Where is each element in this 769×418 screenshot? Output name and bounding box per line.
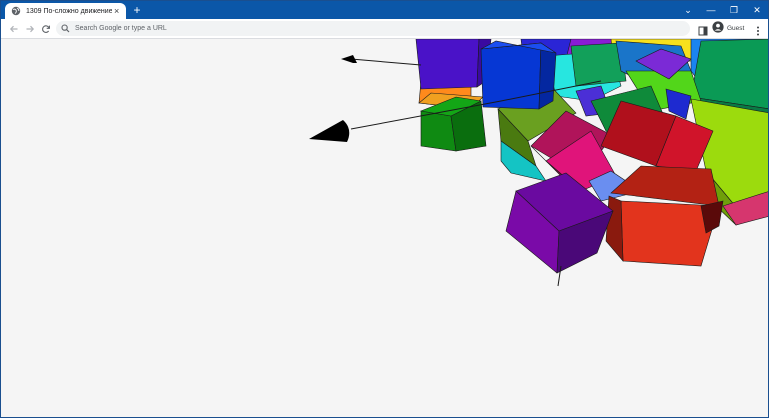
tab-active[interactable]: 1309 По-сложно движение.htm ×	[5, 3, 126, 19]
tab-title: 1309 По-сложно движение.htm	[26, 7, 112, 15]
cube-green-front	[420, 110, 457, 152]
globe-icon	[11, 6, 21, 16]
3d-scene	[309, 39, 768, 287]
cube-red-side	[605, 195, 624, 262]
address-placeholder: Search Google or type a URL	[75, 25, 167, 32]
close-window-button[interactable]: ✕	[746, 1, 768, 19]
address-bar[interactable]: Search Google or type a URL	[56, 21, 690, 36]
browser-toolbar: Search Google or type a URL Guest	[1, 19, 768, 39]
forward-arrow-icon[interactable]	[23, 22, 36, 35]
search-icon	[61, 24, 70, 33]
avatar-icon	[712, 20, 724, 38]
browser-window: 1309 По-сложно движение.htm × + ⌄ — ❐ ✕ …	[0, 0, 769, 418]
tab-strip: 1309 По-сложно движение.htm × + ⌄ — ❐ ✕	[1, 1, 768, 19]
profile-label: Guest	[727, 25, 745, 32]
restore-button[interactable]: ❐	[723, 1, 745, 19]
vector-line-small	[350, 58, 422, 66]
minimize-button[interactable]: —	[700, 1, 722, 19]
tab-close-icon[interactable]: ×	[114, 6, 119, 16]
back-arrow-icon[interactable]	[7, 22, 20, 35]
kebab-menu-icon[interactable]	[755, 23, 761, 36]
cube-indigo-front	[415, 39, 480, 90]
tab-search-icon[interactable]: ⌄	[677, 1, 699, 19]
cube-red-top	[610, 165, 720, 207]
new-tab-button[interactable]: +	[131, 4, 143, 16]
profile-button[interactable]: Guest	[712, 20, 745, 38]
arrowhead-large	[309, 120, 350, 142]
side-panel-icon[interactable]	[698, 23, 708, 36]
reload-icon[interactable]	[39, 22, 52, 35]
page-canvas[interactable]	[1, 39, 768, 417]
arrowhead-small	[341, 55, 357, 63]
